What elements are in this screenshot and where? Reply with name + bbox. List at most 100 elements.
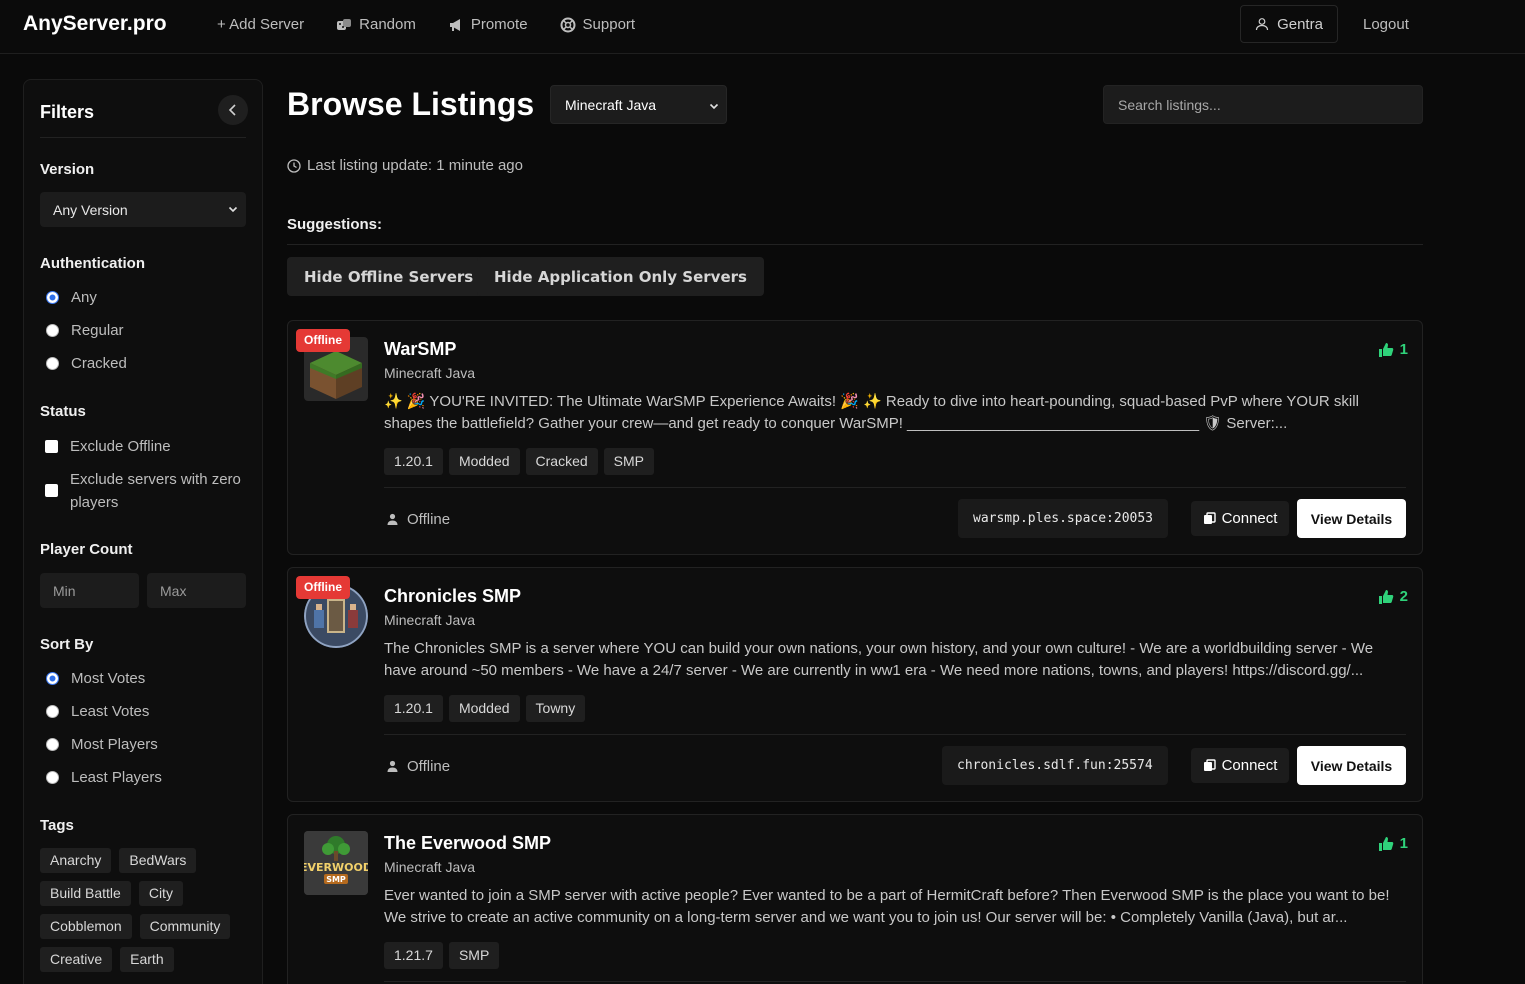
player-min-input[interactable]: Min [40, 573, 139, 608]
server-name[interactable]: Chronicles SMP [384, 586, 521, 607]
clock-icon [287, 158, 301, 173]
collapse-sidebar-button[interactable] [218, 95, 248, 125]
player-max-input[interactable]: Max [147, 573, 246, 608]
user-icon [1255, 18, 1269, 31]
server-address[interactable]: warsmp.ples.space:20053 [958, 499, 1169, 538]
player-count-label: Player Count [40, 541, 133, 558]
connect-button[interactable]: Connect [1191, 748, 1289, 783]
sort-option-label: Least Players [71, 769, 162, 786]
auth-option-any[interactable]: Any [46, 289, 97, 306]
server-tags: 1.20.1 Modded Towny [384, 695, 586, 722]
radio-button[interactable] [46, 672, 59, 685]
tag-chip[interactable]: Build Battle [40, 881, 131, 906]
nav-add-server-label: + Add Server [217, 16, 305, 33]
tag-chip[interactable]: Earth [120, 947, 174, 972]
auth-option-label: Cracked [71, 355, 127, 372]
radio-button[interactable] [46, 357, 59, 370]
nav-promote[interactable]: Promote [448, 16, 528, 33]
view-details-button[interactable]: View Details [1297, 499, 1406, 538]
tag-chip[interactable]: Cobblemon [40, 914, 132, 939]
radio-button[interactable] [46, 705, 59, 718]
player-status: Offline [386, 758, 450, 775]
radio-button[interactable] [46, 771, 59, 784]
megaphone-icon [449, 18, 460, 31]
vote-count[interactable]: 2 [1378, 588, 1408, 605]
card-divider [384, 981, 1406, 982]
vote-count-value: 1 [1399, 835, 1408, 852]
radio-button[interactable] [46, 738, 59, 751]
server-name[interactable]: The Everwood SMP [384, 833, 551, 854]
thumbs-up-icon [1378, 836, 1393, 851]
last-update: Last listing update: 1 minute ago [287, 157, 523, 174]
connect-button[interactable]: Connect [1191, 501, 1289, 536]
vote-count[interactable]: 1 [1378, 341, 1408, 358]
username: Gentra [1277, 15, 1323, 33]
tag-chip[interactable]: Anarchy [40, 848, 112, 873]
search-input[interactable] [1103, 85, 1423, 124]
checkbox-label: Exclude Offline [70, 438, 171, 455]
server-tag: SMP [603, 448, 655, 475]
checkbox[interactable] [45, 440, 58, 453]
nav-support[interactable]: Support [560, 16, 636, 33]
vote-count[interactable]: 1 [1378, 835, 1408, 852]
auth-option-label: Regular [71, 322, 124, 339]
view-details-button[interactable]: View Details [1297, 746, 1406, 785]
game-select[interactable]: Minecraft Java [550, 85, 727, 124]
chevron-left-icon [228, 104, 236, 116]
status-badge: Offline [296, 329, 350, 352]
everwood-logo-text: EVERWOOD [304, 861, 368, 874]
version-label: Version [40, 161, 95, 178]
tag-chip[interactable]: City [138, 881, 183, 906]
status-label: Status [40, 403, 86, 420]
auth-option-regular[interactable]: Regular [46, 322, 124, 339]
server-tag: SMP [448, 942, 500, 969]
game-select-value: Minecraft Java [565, 96, 657, 113]
version-select[interactable]: Any Version [40, 192, 246, 227]
server-tag: Modded [448, 448, 520, 475]
sort-most-votes[interactable]: Most Votes [46, 670, 145, 687]
user-menu-button[interactable]: Gentra [1240, 5, 1338, 43]
nav-add-server[interactable]: + Add Server [217, 16, 304, 33]
vote-count-value: 2 [1399, 588, 1408, 605]
server-tag: 1.21.7 [384, 942, 443, 969]
card-divider [384, 487, 1406, 488]
logout-link[interactable]: Logout [1363, 16, 1409, 33]
nav-links: + Add Server Random Promote Support [217, 16, 635, 33]
exclude-zero-players-checkbox-row[interactable]: Exclude servers with zero players [45, 468, 245, 514]
connect-label: Connect [1221, 757, 1278, 774]
hide-offline-servers-button[interactable]: Hide Offline Servers [287, 257, 491, 296]
server-tag: 1.20.1 [384, 448, 443, 475]
sort-option-label: Most Votes [71, 670, 146, 687]
server-listing-card[interactable]: EVERWOOD SMP The Everwood SMP Minecraft … [287, 814, 1423, 984]
server-tag: Towny [525, 695, 586, 722]
hide-application-only-button[interactable]: Hide Application Only Servers [477, 257, 764, 296]
chevron-down-icon [709, 103, 719, 110]
radio-button[interactable] [46, 324, 59, 337]
tag-chip[interactable]: Community [139, 914, 231, 939]
tag-list: Anarchy BedWars Build Battle City Cobble… [40, 848, 250, 972]
exclude-offline-checkbox-row[interactable]: Exclude Offline [45, 435, 171, 458]
brand-logo[interactable]: AnyServer.pro [23, 12, 167, 36]
server-name[interactable]: WarSMP [384, 339, 456, 360]
server-address[interactable]: chronicles.sdlf.fun:25574 [942, 746, 1168, 785]
filters-title: Filters [40, 102, 95, 122]
sort-least-votes[interactable]: Least Votes [46, 703, 149, 720]
dice-icon [337, 18, 352, 30]
tag-chip[interactable]: Creative [40, 947, 113, 972]
server-game: Minecraft Java [384, 859, 476, 875]
checkbox[interactable] [45, 484, 58, 497]
nav-random[interactable]: Random [336, 16, 416, 33]
tag-chip[interactable]: BedWars [119, 848, 197, 873]
sort-most-players[interactable]: Most Players [46, 736, 158, 753]
copy-icon [1203, 759, 1216, 771]
radio-button[interactable] [46, 291, 59, 304]
nav-support-label: Support [582, 16, 636, 33]
server-description: ✨ 🎉 YOU'RE INVITED: The Ultimate WarSMP … [384, 393, 1359, 432]
sort-least-players[interactable]: Least Players [46, 769, 162, 786]
server-listing-card[interactable]: Offline Chronicles SMP Minecraft Java 2 … [287, 567, 1423, 802]
auth-option-cracked[interactable]: Cracked [46, 355, 127, 372]
server-tag: Cracked [525, 448, 598, 475]
server-listing-card[interactable]: Offline WarSMP Minecraft Java 1 ✨ 🎉 YOU'… [287, 320, 1423, 555]
version-select-value: Any Version [53, 201, 128, 218]
server-game: Minecraft Java [384, 612, 476, 628]
